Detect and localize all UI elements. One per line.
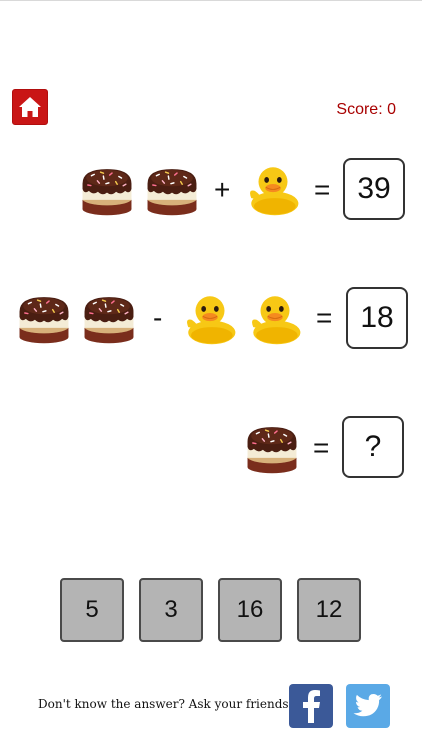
donut-icon xyxy=(15,288,73,346)
answer-button[interactable]: 3 xyxy=(139,578,203,642)
duck-icon xyxy=(244,160,302,218)
answer-button[interactable]: 5 xyxy=(60,578,124,642)
facebook-share-button[interactable] xyxy=(289,684,333,728)
facebook-icon xyxy=(303,690,320,723)
top-divider xyxy=(0,0,422,1)
home-icon xyxy=(19,97,41,117)
twitter-share-button[interactable] xyxy=(346,684,390,728)
duck-icon xyxy=(246,289,304,347)
donut-icon xyxy=(78,160,136,218)
donut-icon xyxy=(243,418,301,476)
equals-sign: = xyxy=(313,432,330,463)
result-box: 18 xyxy=(346,287,408,349)
score-label: Score: 0 xyxy=(336,101,396,118)
donut-icon xyxy=(80,288,138,346)
home-button[interactable] xyxy=(12,89,48,125)
answer-button[interactable]: 16 xyxy=(218,578,282,642)
answer-button[interactable]: 12 xyxy=(297,578,361,642)
twitter-icon xyxy=(353,694,382,717)
equals-sign: = xyxy=(314,174,331,205)
duck-icon xyxy=(181,289,239,347)
unknown-result-box: ? xyxy=(342,416,404,478)
result-box: 39 xyxy=(343,158,405,220)
donut-icon xyxy=(143,160,201,218)
ask-friends-text: Don't know the answer? Ask your friends xyxy=(38,697,289,711)
equals-sign: = xyxy=(316,302,333,333)
plus-operator: + xyxy=(214,174,231,205)
minus-operator: - xyxy=(153,302,163,333)
